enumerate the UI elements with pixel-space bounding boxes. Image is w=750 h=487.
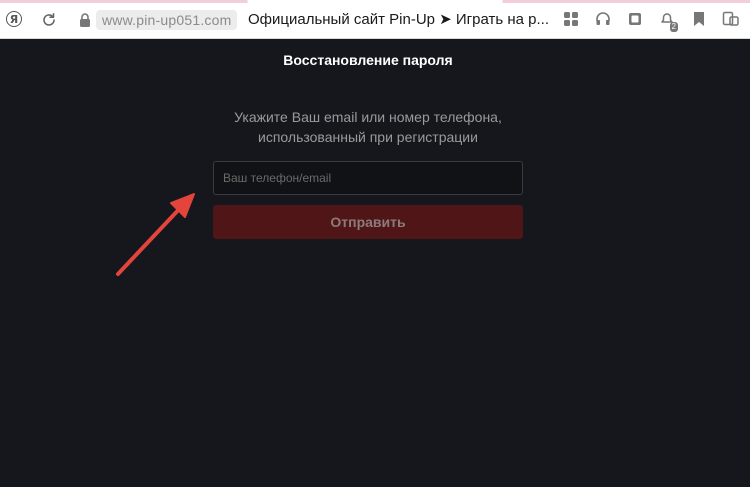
phone-email-input[interactable] (213, 161, 523, 195)
red-arrow-annotation-icon (116, 193, 195, 276)
collections-icon[interactable] (626, 10, 644, 28)
apps-icon[interactable] (562, 10, 580, 28)
bookmark-icon[interactable] (690, 10, 708, 28)
toolbar-right-icons: 2 (562, 10, 740, 32)
collections-icon-glyph (629, 13, 641, 25)
extensions-icon[interactable] (722, 10, 740, 28)
notification-count-badge: 2 (669, 22, 678, 32)
browser-toolbar: Я www.pin-up051.com Официальный сайт Pin… (0, 0, 750, 39)
yandex-icon[interactable]: Я (6, 11, 22, 27)
apps-icon-glyph (564, 12, 578, 26)
bookmark-icon-glyph (694, 12, 704, 26)
submit-button[interactable]: Отправить (213, 205, 523, 239)
refresh-icon-glyph (43, 13, 55, 26)
lock-icon-glyph (80, 13, 90, 27)
lock-icon[interactable] (76, 11, 94, 29)
tab-strip-edge (0, 0, 750, 3)
instruction-line-2: использованный при регистрации (258, 129, 478, 145)
page-heading: Восстановление пароля (283, 52, 453, 68)
headphones-icon-glyph (596, 12, 610, 25)
instruction-line-1: Укажите Ваш email или номер телефона, (234, 109, 502, 125)
headphones-icon[interactable] (594, 10, 612, 28)
notifications-icon[interactable]: 2 (658, 10, 678, 32)
instruction-text: Укажите Ваш email или номер телефона, ис… (0, 107, 736, 147)
address-bar-url[interactable]: www.pin-up051.com (96, 10, 238, 30)
refresh-icon[interactable] (40, 11, 58, 29)
page-title: Официальный сайт Pin-Up ➤ Играть на р... (248, 11, 549, 28)
extensions-icon-glyph (722, 11, 739, 26)
